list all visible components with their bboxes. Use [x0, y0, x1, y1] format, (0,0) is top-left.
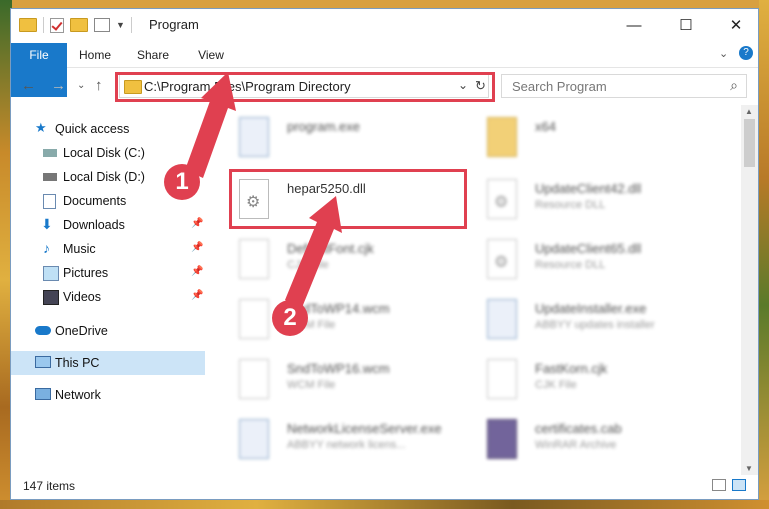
annotation-arrows: [185, 72, 342, 310]
step-badge-1: 1: [164, 164, 200, 200]
step-badge-2: 2: [272, 300, 308, 336]
arrow-to-address-bar: [185, 72, 236, 178]
arrow-to-file: [285, 196, 342, 310]
